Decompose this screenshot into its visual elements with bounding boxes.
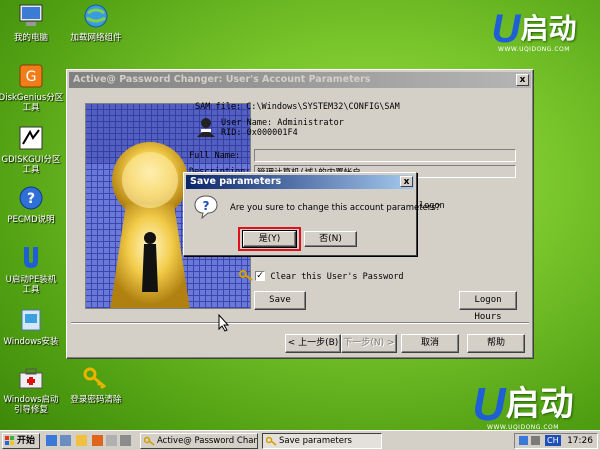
tray-volume-icon[interactable]	[531, 436, 540, 445]
dialog-titlebar[interactable]: Save parameters x	[186, 175, 414, 189]
quicklaunch-explorer-icon[interactable]	[46, 435, 57, 446]
brand-logo-bottom: U 启动 WWW.UQIDONG.COM	[448, 378, 598, 431]
full-name-field[interactable]	[254, 149, 516, 162]
window-separator	[71, 322, 529, 324]
desktop-icon-label: 加载网络组件	[70, 33, 122, 43]
brand-logo-top: U 启动 WWW.UQIDONG.COM	[478, 7, 590, 53]
partition-tool-icon	[17, 124, 45, 152]
brand-name: 启动	[505, 384, 574, 424]
task-label: Save parameters	[279, 436, 352, 446]
save-parameters-dialog: Save parameters x ? Are you sure to chan…	[183, 172, 440, 256]
brand-u-letter: U	[491, 7, 521, 51]
user-rid: RID: 0x000001F4	[221, 128, 298, 138]
help-button[interactable]: 帮助	[467, 334, 525, 353]
yes-button[interactable]: 是(Y)	[242, 230, 297, 248]
desktop-icon-diskgenius[interactable]: G DiskGenius分区 工具	[0, 62, 64, 113]
desktop-icon-pecmd[interactable]: ? PECMD说明	[0, 184, 64, 225]
network-globe-icon	[82, 2, 110, 30]
toolbox-icon	[17, 364, 45, 392]
quicklaunch-tool-icon[interactable]	[60, 435, 71, 446]
desktop-icon-label: Windows启动 引导修复	[3, 395, 59, 415]
system-tray: CH 17:26	[514, 433, 598, 449]
language-indicator[interactable]: CH	[545, 435, 561, 446]
brand-u-letter: U	[472, 378, 506, 430]
task-key-icon	[265, 436, 277, 448]
dialog-message: Are you sure to change this account para…	[230, 203, 441, 213]
windows-setup-icon	[17, 306, 45, 334]
clock: 17:26	[567, 436, 593, 446]
key-small-icon	[239, 269, 253, 284]
diskgenius-icon: G	[17, 62, 45, 90]
dialog-close-button[interactable]: x	[400, 176, 413, 187]
desktop-icon-label: U启动PE装机 工具	[5, 275, 57, 295]
mouse-cursor-icon	[218, 313, 230, 335]
desktop-icon-password-clear[interactable]: 登录密码清除	[63, 364, 129, 405]
user-avatar-icon	[195, 116, 217, 141]
dialog-title: Save parameters	[190, 176, 282, 187]
key-icon	[82, 364, 110, 392]
desktop-icon-my-computer[interactable]: 我的电脑	[0, 2, 64, 43]
no-button[interactable]: 否(N)	[304, 231, 357, 247]
taskbar: 开始 Active@ Password Chan... Save paramet…	[0, 430, 600, 450]
desktop-icon-label: 登录密码清除	[70, 395, 122, 405]
quicklaunch-drive-icon[interactable]	[120, 435, 131, 446]
back-button[interactable]: < 上一步(B)	[285, 334, 341, 353]
quicklaunch-folder-icon[interactable]	[76, 435, 87, 446]
desktop-icon-label: DiskGenius分区 工具	[0, 93, 64, 113]
start-button[interactable]: 开始	[2, 433, 40, 449]
help-icon: ?	[17, 184, 45, 212]
task-label: Active@ Password Chan...	[157, 436, 258, 446]
clear-password-label: Clear this User's Password	[270, 272, 404, 282]
clear-password-checkbox[interactable]: ✓	[255, 271, 265, 281]
computer-icon	[17, 2, 45, 30]
save-button[interactable]: Save	[254, 291, 306, 310]
desktop-icon-boot-repair[interactable]: Windows启动 引导修复	[0, 364, 64, 415]
desktop-icon-windows-setup[interactable]: Windows安装	[0, 306, 64, 347]
start-label: 开始	[17, 436, 36, 446]
next-button[interactable]: 下一步(N) >	[341, 334, 397, 353]
task-password-changer[interactable]: Active@ Password Chan...	[140, 433, 258, 449]
svg-text:?: ?	[203, 199, 210, 213]
desktop-icon-label: PECMD说明	[7, 215, 55, 225]
svg-text:?: ?	[27, 191, 35, 207]
desktop-icon-label: GDISKGUI分区 工具	[1, 155, 61, 175]
desktop-icon-uqidong-installer[interactable]: U启动PE装机 工具	[0, 244, 64, 295]
task-save-parameters[interactable]: Save parameters	[262, 433, 382, 449]
sam-file-path: SAM file: C:\Windows\SYSTEM32\CONFIG\SAM	[195, 102, 400, 112]
logon-hours-button[interactable]: Logon Hours	[459, 291, 517, 322]
quicklaunch-disk-icon[interactable]	[106, 435, 117, 446]
desktop-icon-label: 我的电脑	[13, 33, 48, 43]
window-titlebar[interactable]: Active@ Password Changer: User's Account…	[69, 72, 531, 88]
window-close-button[interactable]: x	[516, 74, 529, 86]
desktop-icon-network[interactable]: 加载网络组件	[63, 2, 129, 43]
brand-name: 启动	[520, 12, 577, 45]
full-name-label: Full Name:	[189, 151, 241, 161]
windows-logo-icon	[5, 436, 15, 450]
desktop-icon-gdiskgui[interactable]: GDISKGUI分区 工具	[0, 124, 64, 175]
quicklaunch-app-icon[interactable]	[92, 435, 103, 446]
clear-password-option[interactable]: ✓ Clear this User's Password	[255, 269, 404, 282]
cancel-button[interactable]: 取消	[401, 334, 459, 353]
tray-network-icon[interactable]	[519, 436, 528, 445]
svg-text:G: G	[26, 69, 37, 85]
task-key-icon	[143, 436, 155, 448]
window-title: Active@ Password Changer: User's Account…	[73, 74, 371, 85]
question-icon: ?	[194, 195, 218, 222]
user-name: User Name: Administrator	[221, 118, 344, 128]
desktop-icon-label: Windows安装	[3, 337, 59, 347]
uqidong-icon	[17, 244, 45, 272]
